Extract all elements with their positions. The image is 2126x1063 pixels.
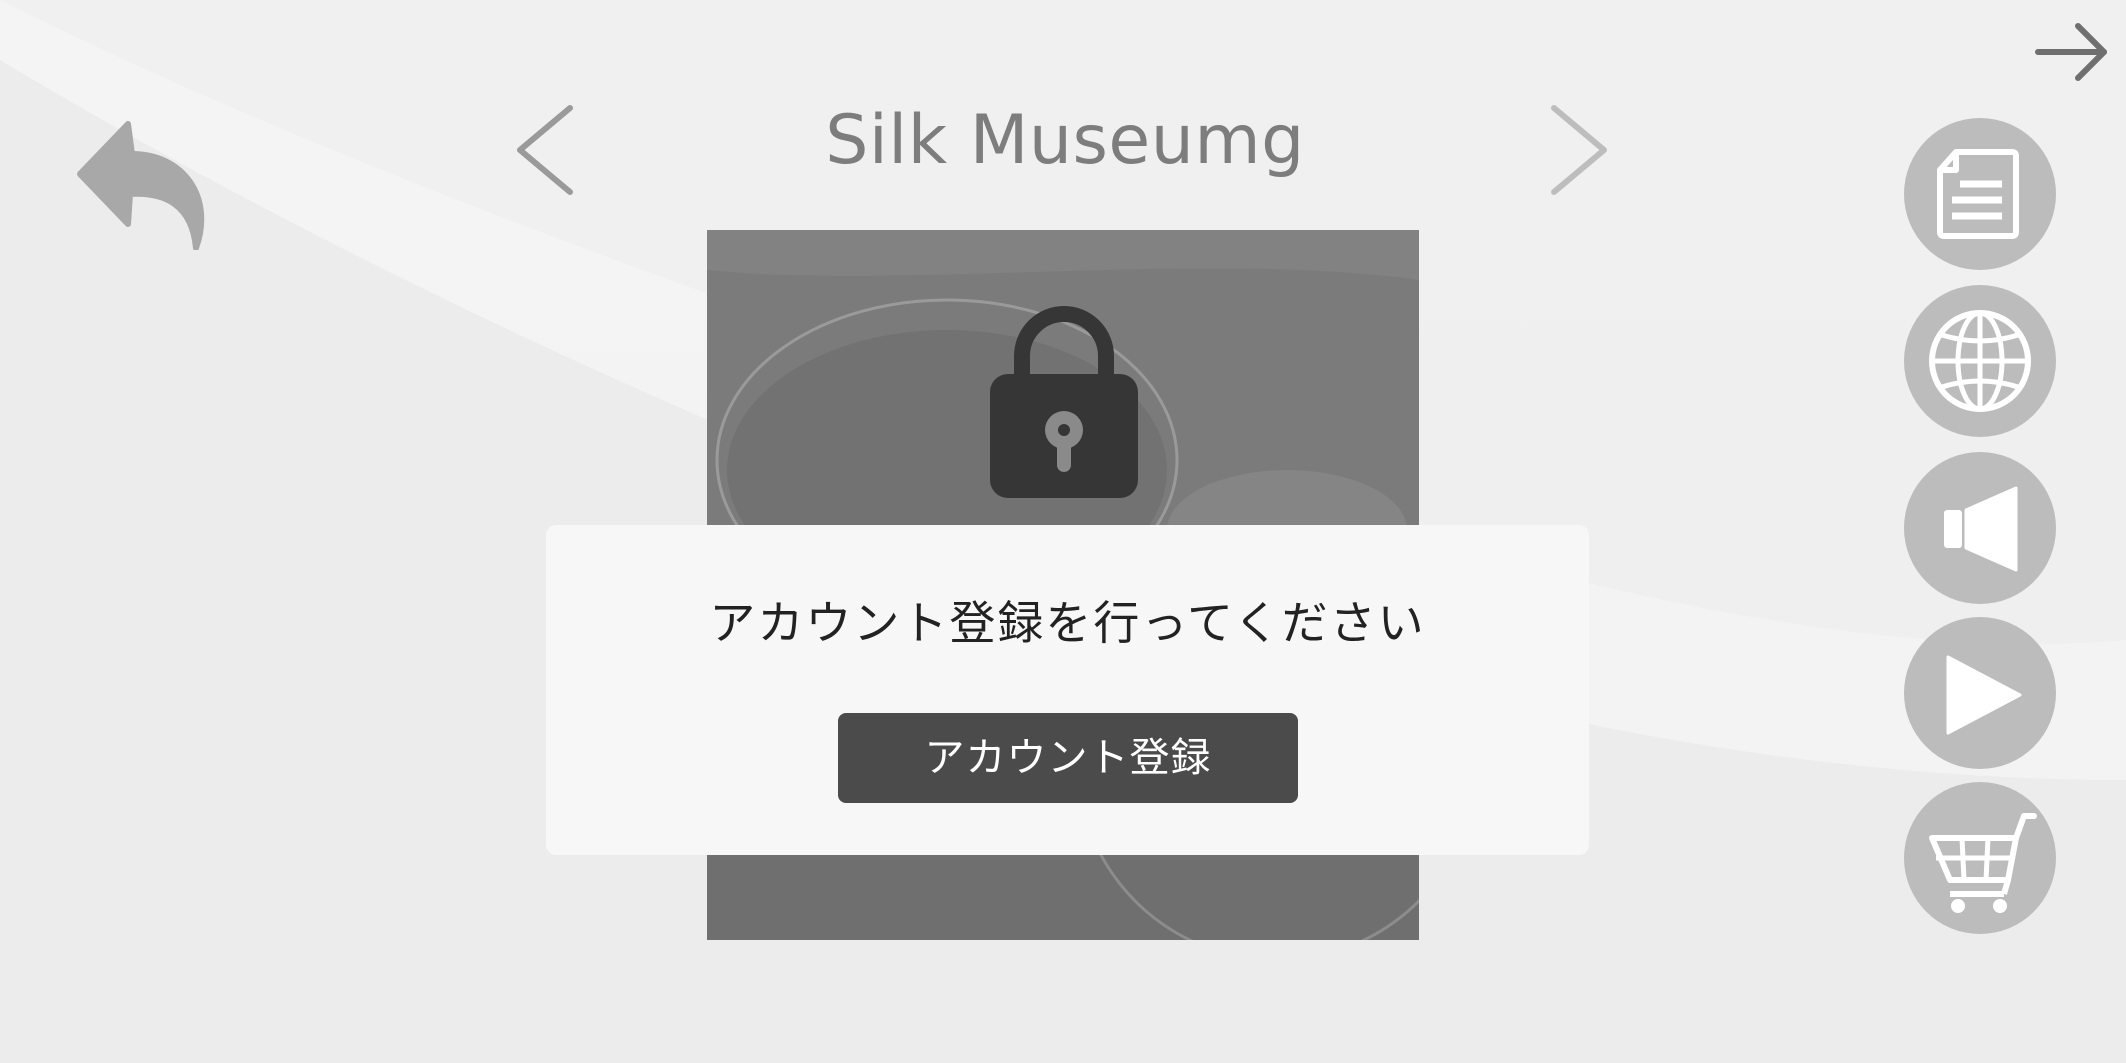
language-button[interactable] [1904, 285, 2056, 437]
account-register-button[interactable]: アカウント登録 [838, 713, 1298, 803]
next-button[interactable] [1544, 100, 1614, 200]
arrow-right-icon [2035, 23, 2107, 81]
chevron-right-icon [1551, 105, 1607, 195]
back-button[interactable] [74, 118, 206, 251]
lock-icon [990, 306, 1138, 498]
page-title: Silk Museumg [825, 101, 1305, 180]
lock-indicator [988, 300, 1140, 500]
dialog-message: アカウント登録を行ってください [709, 596, 1426, 650]
play-button[interactable] [1904, 617, 2056, 769]
cart-icon [1929, 813, 2037, 913]
audio-button[interactable] [1904, 452, 2056, 604]
account-register-dialog: アカウント登録を行ってください アカウント登録 [546, 525, 1589, 855]
document-button[interactable] [1904, 118, 2056, 270]
speaker-icon [1944, 486, 2018, 572]
exit-button[interactable] [2032, 20, 2112, 84]
cart-button[interactable] [1904, 782, 2056, 934]
previous-button[interactable] [510, 100, 580, 200]
play-icon [1946, 655, 2022, 735]
globe-icon [1929, 310, 2031, 412]
back-arrow-icon [77, 121, 205, 251]
document-icon [1937, 149, 2019, 239]
chevron-left-icon [517, 105, 573, 195]
